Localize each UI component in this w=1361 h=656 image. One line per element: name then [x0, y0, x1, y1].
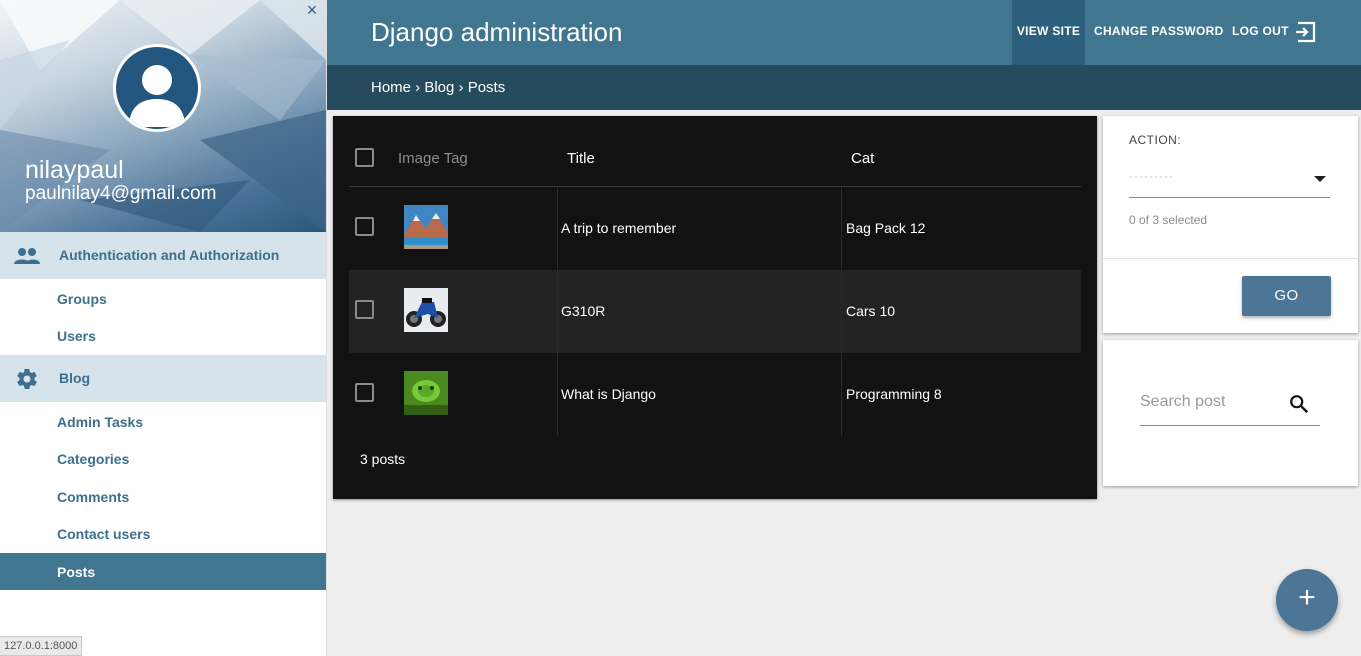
column-divider [557, 270, 558, 353]
sidebar-item-users[interactable]: Users [0, 317, 326, 354]
sidebar-item-label: Groups [57, 291, 107, 307]
site-title[interactable]: Django administration [371, 17, 622, 48]
column-divider [841, 270, 842, 353]
sidebar-section-blog[interactable]: Blog [0, 355, 326, 402]
caret-down-icon [1314, 176, 1326, 182]
user-name: nilaypaul [25, 156, 124, 184]
post-title-link[interactable]: G310R [561, 303, 605, 319]
divider [1103, 258, 1358, 259]
sidebar-section-label: Authentication and Authorization [59, 247, 280, 263]
post-title-link[interactable]: A trip to remember [561, 220, 676, 236]
action-select[interactable]: --------- [1129, 160, 1330, 198]
table-row[interactable]: What is Django Programming 8 [349, 353, 1081, 436]
plus-icon: + [1298, 581, 1316, 614]
sidebar-section-label: Blog [59, 370, 91, 386]
column-divider [557, 353, 558, 436]
result-count: 3 posts [360, 451, 406, 467]
search-input[interactable] [1140, 386, 1280, 418]
sidebar-item-label: Admin Tasks [57, 414, 144, 430]
sidebar-item-label: Comments [57, 489, 130, 505]
avatar [113, 44, 201, 132]
avatar-icon [116, 47, 198, 129]
sidebar-item-categories[interactable]: Categories [0, 440, 326, 477]
selection-counter: 0 of 3 selected [1129, 213, 1208, 227]
table-row[interactable]: A trip to remember Bag Pack 12 [349, 187, 1081, 270]
sidebar-item-label: Posts [57, 564, 96, 580]
people-icon [14, 248, 40, 264]
row-checkbox[interactable] [355, 383, 374, 402]
sidebar-section-auth[interactable]: Authentication and Authorization [0, 232, 326, 279]
sidebar-item-comments[interactable]: Comments [0, 478, 326, 515]
column-divider [841, 187, 842, 270]
sidebar-item-admin-tasks[interactable]: Admin Tasks [0, 403, 326, 440]
sidebar-item-contact-users[interactable]: Contact users [0, 515, 326, 552]
go-button[interactable]: GO [1242, 276, 1331, 316]
column-header-title[interactable]: Title [567, 150, 595, 167]
breadcrumb-text[interactable]: Home › Blog › Posts [371, 79, 505, 96]
select-all-checkbox[interactable] [355, 148, 374, 167]
sidebar: × nilaypaul paulnilay4@gmail.com Authent… [0, 0, 327, 656]
column-divider [557, 187, 558, 270]
sidebar-item-groups[interactable]: Groups [0, 280, 326, 317]
post-category: Programming 8 [846, 386, 942, 402]
post-title-link[interactable]: What is Django [561, 386, 656, 402]
profile-header: × nilaypaul paulnilay4@gmail.com [0, 0, 326, 232]
row-checkbox[interactable] [355, 217, 374, 236]
close-icon[interactable]: × [304, 1, 320, 19]
column-header-image-tag: Image Tag [398, 150, 468, 167]
action-panel: ACTION: --------- 0 of 3 selected GO [1103, 116, 1358, 333]
header: Django administration VIEW SITE CHANGE P… [327, 0, 1361, 65]
action-select-value: --------- [1129, 169, 1174, 183]
search-icon[interactable] [1288, 393, 1310, 415]
column-header-cat[interactable]: Cat [851, 150, 874, 167]
post-category: Bag Pack 12 [846, 220, 926, 236]
sidebar-item-label: Categories [57, 451, 130, 467]
table-row[interactable]: G310R Cars 10 [349, 270, 1081, 353]
post-category: Cars 10 [846, 303, 896, 319]
sidebar-item-label: Contact users [57, 526, 151, 542]
search-panel [1103, 340, 1358, 486]
action-label: ACTION: [1129, 133, 1182, 147]
status-bar-url: 127.0.0.1:8000 [0, 636, 83, 656]
gear-icon [17, 369, 37, 390]
sidebar-item-posts[interactable]: Posts [0, 553, 326, 590]
logout-icon[interactable] [1294, 21, 1318, 43]
add-post-button[interactable]: + [1276, 569, 1338, 631]
breadcrumb: Home › Blog › Posts [327, 65, 1361, 110]
motorcycle-image [404, 288, 448, 332]
results-table: Image Tag Title Cat A trip to remember B… [333, 116, 1097, 499]
green-snake-image [404, 371, 448, 415]
row-checkbox[interactable] [355, 300, 374, 319]
change-password-link[interactable]: CHANGE PASSWORD [1094, 0, 1224, 65]
user-email: paulnilay4@gmail.com [25, 183, 217, 204]
view-site-link[interactable]: VIEW SITE [1012, 0, 1085, 65]
column-divider [841, 353, 842, 436]
sidebar-item-label: Users [57, 328, 96, 344]
logout-link[interactable]: LOG OUT [1232, 0, 1289, 65]
mountain-lake-image [404, 205, 448, 249]
search-field [1140, 386, 1320, 426]
